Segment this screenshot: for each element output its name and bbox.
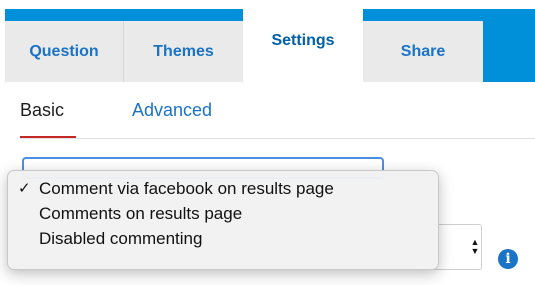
subtab-advanced[interactable]: Advanced	[132, 100, 212, 121]
tab-settings-label: Settings	[271, 32, 335, 49]
comment-options-dropdown: ✓ Comment via facebook on results page C…	[7, 170, 439, 270]
dropdown-option-label: Disabled commenting	[39, 229, 203, 248]
tab-settings[interactable]: Settings	[243, 9, 363, 82]
subtab-basic[interactable]: Basic	[20, 100, 64, 121]
info-icon[interactable]: i	[498, 249, 518, 269]
tab-accent-bar	[5, 9, 243, 21]
tab-themes-label: Themes	[153, 42, 214, 60]
top-tab-bar: Question Themes Settings Share	[0, 0, 535, 83]
select-stepper-icon[interactable]: ▲ ▼	[470, 236, 480, 258]
tab-question[interactable]: Question	[5, 21, 123, 82]
tab-themes[interactable]: Themes	[124, 21, 243, 82]
tab-question-label: Question	[29, 42, 99, 60]
dropdown-option-facebook[interactable]: ✓ Comment via facebook on results page	[8, 176, 438, 201]
subtabs-divider	[20, 138, 535, 139]
chevron-down-icon: ▼	[470, 246, 480, 256]
tab-share[interactable]: Share	[363, 21, 483, 82]
checkmark-icon: ✓	[18, 180, 31, 197]
settings-subtabs: Basic Advanced	[0, 90, 535, 139]
dropdown-option-label: Comment via facebook on results page	[39, 179, 334, 198]
dropdown-option-label: Comments on results page	[39, 204, 243, 223]
dropdown-option-results-page[interactable]: Comments on results page	[8, 201, 438, 226]
dropdown-option-disabled[interactable]: Disabled commenting	[8, 226, 438, 251]
tab-share-label: Share	[400, 42, 446, 60]
